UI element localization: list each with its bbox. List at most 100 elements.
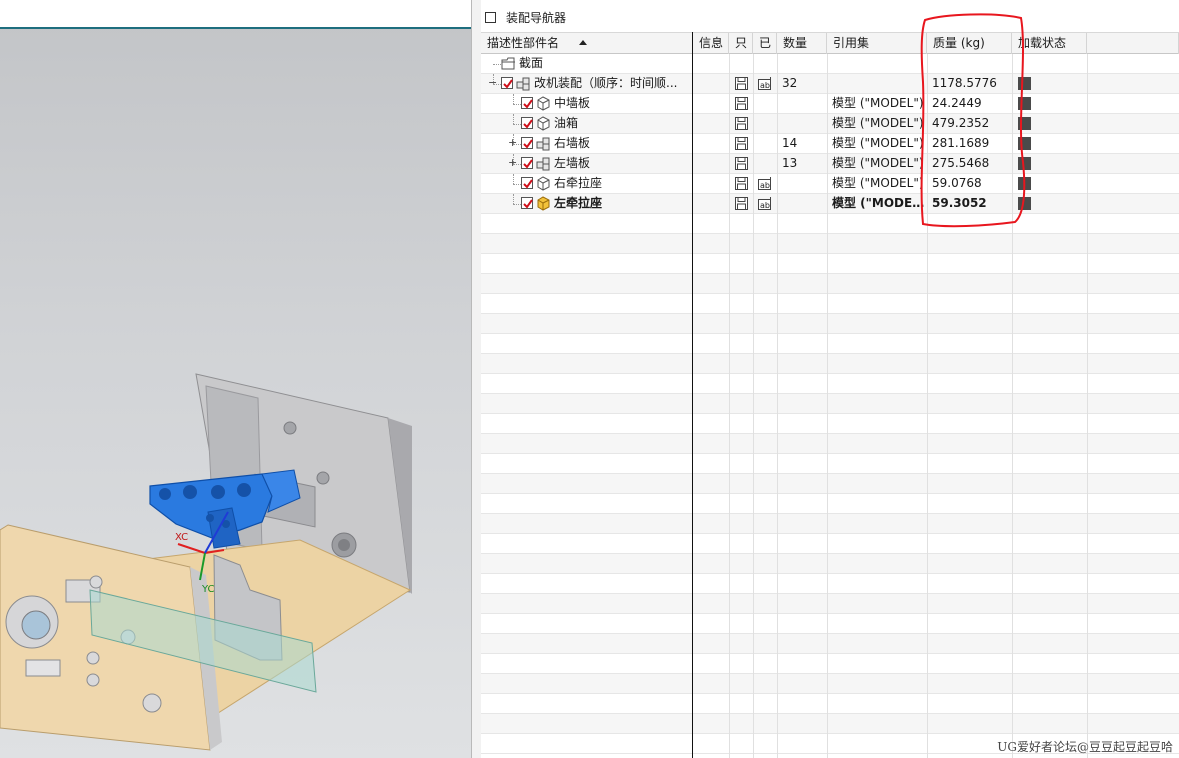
graphics-window[interactable]: XC YC [0,0,471,758]
quantity-cell [782,114,825,133]
save-icon [734,96,749,111]
empty-row [481,314,1179,334]
axis-label-y: YC [201,584,215,595]
empty-row [481,234,1179,254]
empty-row [481,634,1179,654]
quantity-cell [782,54,825,73]
visibility-checkbox[interactable] [521,197,533,209]
tree-connector [513,204,521,205]
empty-row [481,454,1179,474]
part-name: 右牵拉座 [554,176,603,190]
tree-row[interactable]: 右牵拉座 ab 模型 ("MODEL") 59.0768 [481,174,1179,194]
column-header-load[interactable]: 加载状态 [1012,33,1087,54]
part-name: 左墙板 [554,156,591,170]
modified-icon: ab [757,196,773,211]
empty-row [481,334,1179,354]
mass-cell: 24.2449 [932,96,982,110]
tree-row[interactable]: 油箱 模型 ("MODEL") 479.2352 [481,114,1179,134]
empty-row [481,214,1179,234]
tree-row[interactable]: 截面 [481,54,1179,74]
load-status-indicator [1018,117,1031,130]
load-status-indicator [1018,77,1031,90]
svg-text:ab: ab [760,181,770,190]
visibility-checkbox[interactable] [521,117,533,129]
assembly-tree-table: 描述性部件名 信息只已数量 引用集 质量 (kg) 加载状态 截面 − 改机装配（顺序：时间… [481,32,1179,758]
expand-icon[interactable]: + [508,157,517,168]
tree-connector [513,124,521,125]
tree-row[interactable]: 中墙板 模型 ("MODEL") 24.2449 [481,94,1179,114]
axis-label-x: XC [175,532,188,543]
column-header-filler [1087,33,1179,54]
load-status-indicator [1018,197,1031,210]
reference-set-cell: 模型 ("MODEL") [832,156,924,170]
load-status-indicator [1018,177,1031,190]
navigator-title: 装配导航器 [506,11,567,25]
load-status-indicator [1018,97,1031,110]
visibility-checkbox[interactable] [521,97,533,109]
column-header-name[interactable]: 描述性部件名 [481,33,693,54]
navigator-titlebar: 装配导航器 [481,0,1179,32]
empty-row [481,714,1179,734]
tree-row[interactable]: 左牵拉座 ab 模型 ("MODE... 59.3052 [481,194,1179,214]
column-header-refset[interactable]: 引用集 [827,33,927,54]
column-gridline [777,54,778,758]
assembly-navigator: 装配导航器 描述性部件名 信息只已数量 引用集 质量 (kg) 加载状态 截面 − 改机装配… [481,0,1179,758]
empty-row [481,414,1179,434]
tree-row[interactable]: − 改机装配（顺序：时间顺... ab 32 1178.5776 [481,74,1179,94]
reference-set-cell [832,54,925,73]
visibility-checkbox[interactable] [521,157,533,169]
column-gridline [1012,54,1013,758]
empty-row [481,294,1179,314]
empty-row [481,594,1179,614]
save-icon [734,176,749,191]
expand-icon[interactable]: + [508,137,517,148]
column-header-modified[interactable]: 已 [753,33,777,54]
tree-connector [513,184,521,185]
tree-row[interactable]: + 左墙板 13 模型 ("MODEL") 275.5468 [481,154,1179,174]
column-gridline [753,54,754,758]
component-icon [536,116,551,131]
component-icon [536,96,551,111]
save-icon [734,116,749,131]
navigator-restore-checkbox[interactable] [485,12,496,23]
empty-row [481,574,1179,594]
load-status-indicator [1018,137,1031,150]
collapse-icon[interactable]: − [488,77,497,88]
work-part-icon [536,196,551,211]
sort-ascending-icon [579,40,587,45]
empty-row [481,394,1179,414]
reference-set-cell: 模型 ("MODEL") [832,176,924,190]
assembly-3d-model[interactable]: XC YC [0,0,471,758]
reference-set-cell: 模型 ("MODEL") [832,116,924,130]
empty-row [481,534,1179,554]
visibility-checkbox[interactable] [521,137,533,149]
empty-row [481,274,1179,294]
empty-row [481,654,1179,674]
mass-cell: 59.3052 [932,196,987,210]
visibility-checkbox[interactable] [501,77,513,89]
empty-row [481,554,1179,574]
mass-cell: 479.2352 [932,116,990,130]
column-header-quantity[interactable]: 数量 [777,33,827,54]
column-gridline [1087,54,1088,758]
tree-row[interactable]: + 右墙板 14 模型 ("MODEL") 281.1689 [481,134,1179,154]
column-gridline [827,54,828,758]
part-name: 截面 [519,56,544,70]
tree-connector [513,104,521,105]
quantity-cell: 14 [782,136,798,150]
empty-row [481,514,1179,534]
tree-connector [493,64,501,65]
column-header-readonly[interactable]: 只 [729,33,753,54]
column-header-mass[interactable]: 质量 (kg) [927,33,1012,54]
column-header-info[interactable]: 信息 [693,33,729,54]
name-column-divider[interactable] [692,32,693,758]
part-name: 右墙板 [554,136,591,150]
empty-row [481,614,1179,634]
modified-icon: ab [757,76,773,91]
visibility-checkbox[interactable] [521,177,533,189]
empty-row [481,254,1179,274]
quantity-cell: 13 [782,156,798,170]
tree-rows: 截面 − 改机装配（顺序：时间顺... ab 32 1178.5776 中墙板 模型 ("MO… [481,54,1179,758]
panel-splitter[interactable] [471,0,481,758]
mass-cell: 59.0768 [932,176,982,190]
